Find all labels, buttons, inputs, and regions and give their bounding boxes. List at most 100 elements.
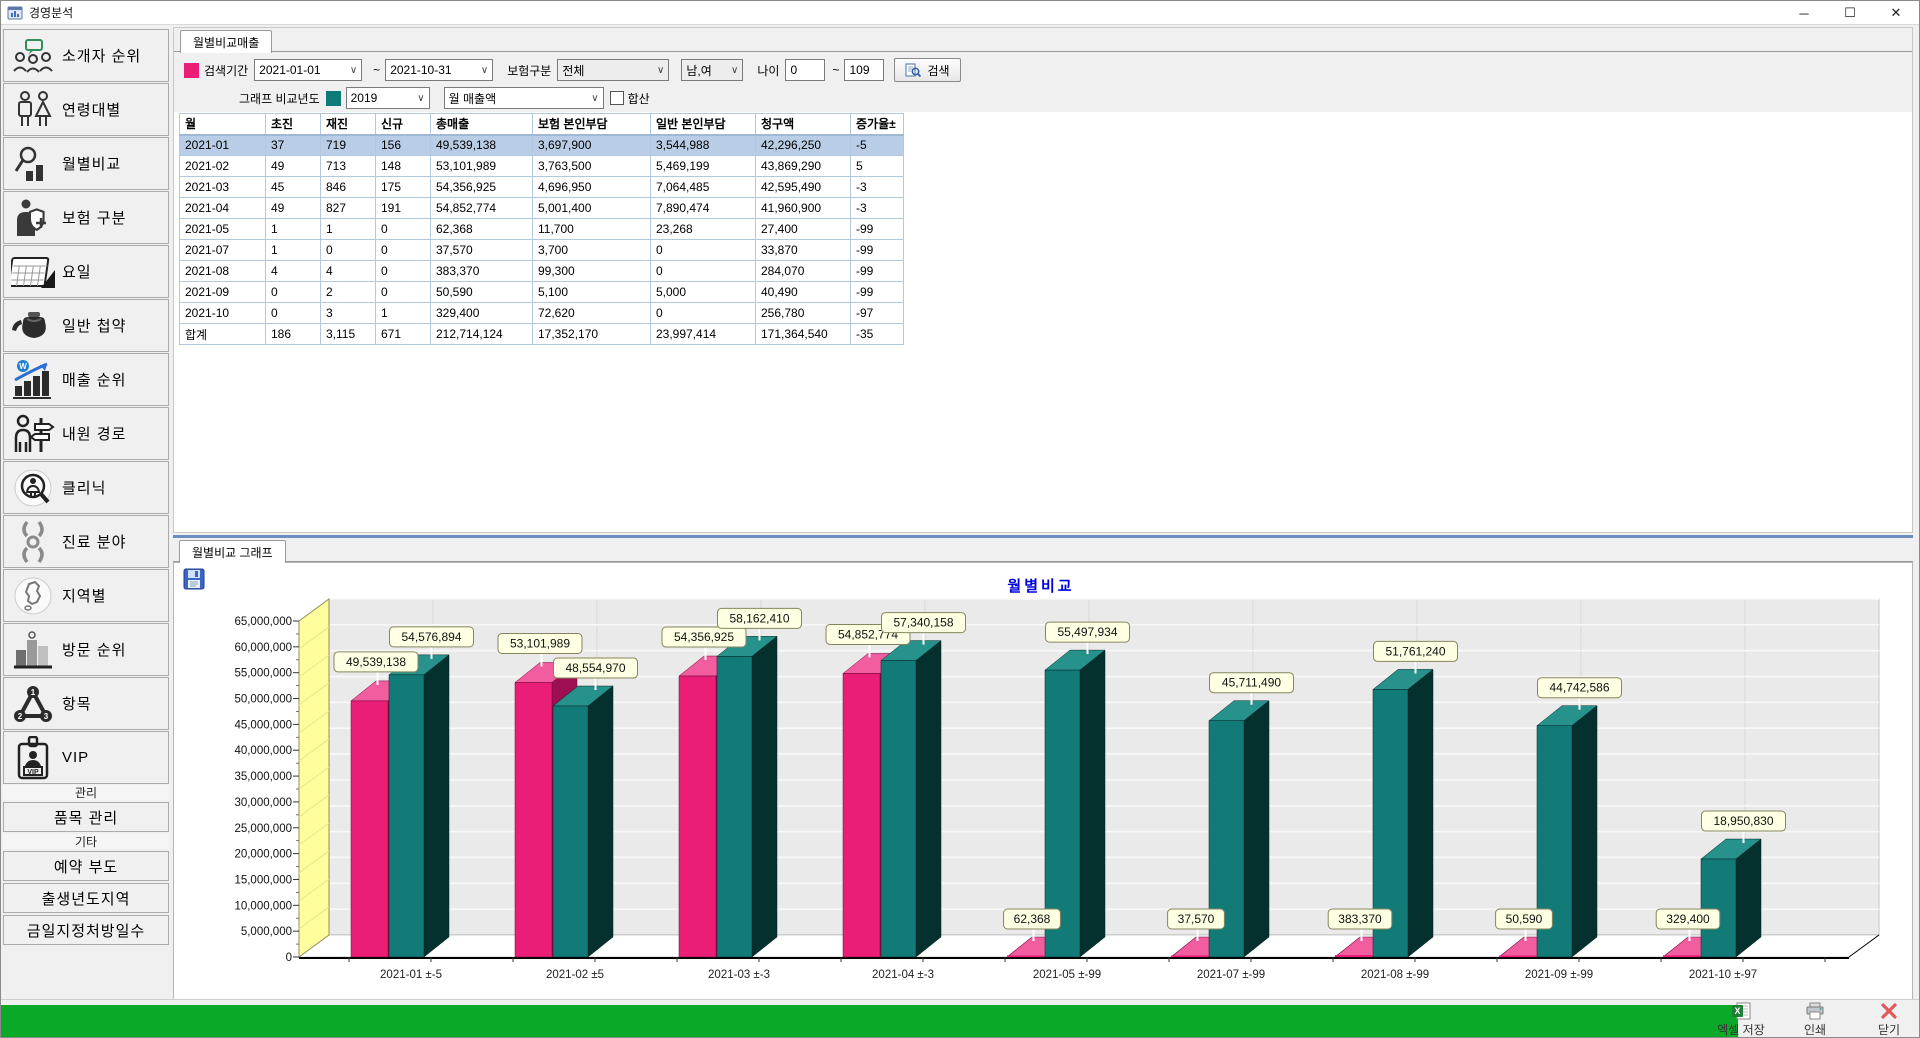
svg-text:2021-04 ±-3: 2021-04 ±-3: [872, 969, 934, 981]
column-header[interactable]: 재진: [321, 114, 376, 135]
svg-text:35,000,000: 35,000,000: [234, 771, 292, 783]
table-row[interactable]: 2021-0710037,5703,700033,870-99: [180, 240, 904, 261]
sidebar-item-monthly-compare[interactable]: 월별비교: [3, 137, 169, 190]
svg-text:53,101,989: 53,101,989: [510, 637, 570, 651]
close-button[interactable]: ✕: [1873, 1, 1919, 25]
status-message-area: [1, 1005, 1738, 1037]
svg-text:30,000,000: 30,000,000: [234, 797, 292, 809]
search-button[interactable]: 검색: [894, 58, 960, 82]
svg-text:60,000,000: 60,000,000: [234, 642, 292, 654]
sidebar-item-insurance-type[interactable]: 보험 구분: [3, 191, 169, 244]
tab-monthly-compare-sales[interactable]: 월별비교매출: [180, 30, 272, 53]
print-button[interactable]: 인쇄: [1789, 1002, 1841, 1038]
column-header[interactable]: 청구액: [756, 114, 851, 135]
table-row[interactable]: 2021-024971314853,101,9893,763,5005,469,…: [180, 156, 904, 177]
svg-text:2021-10 ±-97: 2021-10 ±-97: [1689, 969, 1757, 981]
sidebar-button-today-prescription[interactable]: 금일지정처방일수: [3, 915, 169, 945]
sidebar-item-label: 요일: [62, 261, 92, 282]
svg-text:2021-08 ±-99: 2021-08 ±-99: [1361, 969, 1429, 981]
range-separator: ~: [373, 63, 380, 77]
sidebar-item-label: 진료 분야: [62, 531, 126, 552]
filter-area: 검색기간 2021-01-01∨ ~ 2021-10-31∨ 보험구분 전체∨ …: [174, 52, 1912, 112]
column-header[interactable]: 일반 본인부담: [651, 114, 756, 135]
svg-text:58,162,410: 58,162,410: [729, 611, 789, 625]
excel-save-button[interactable]: X 엑셀 저장: [1715, 1002, 1767, 1038]
age-max-input[interactable]: [844, 59, 884, 81]
app-icon: [7, 5, 23, 21]
status-bar: X 엑셀 저장 인쇄 닫기: [1, 999, 1919, 1037]
age-label: 나이: [757, 62, 779, 79]
range-separator: ~: [832, 63, 839, 77]
sum-checkbox[interactable]: [610, 91, 624, 105]
gender-select[interactable]: 남,여∨: [681, 59, 743, 81]
table-header-row: 월초진재진신규총매출보험 본인부담일반 본인부담청구액증가율±: [180, 114, 904, 135]
table-row[interactable]: 2021-0902050,5905,1005,00040,490-99: [180, 282, 904, 303]
sidebar-section-manage: 관리: [3, 785, 169, 800]
current-series-swatch: [184, 63, 199, 78]
table-row[interactable]: 2021-044982719154,852,7745,001,4007,890,…: [180, 198, 904, 219]
excel-save-label: 엑셀 저장: [1717, 1021, 1765, 1038]
sidebar-item-sales-rank[interactable]: W 매출 순위: [3, 353, 169, 406]
sidebar-item-clinic[interactable]: 클리닉: [3, 461, 169, 514]
sidebar-item-label: 연령대별: [62, 99, 121, 120]
monthly-table: 월초진재진신규총매출보험 본인부담일반 본인부담청구액증가율± 2021-013…: [179, 113, 904, 345]
minimize-button[interactable]: ─: [1781, 1, 1827, 25]
sidebar-item-vip[interactable]: VIP VIP: [3, 731, 169, 784]
column-header[interactable]: 증가율±: [851, 114, 904, 135]
svg-text:W: W: [19, 362, 27, 371]
chevron-down-icon: ∨: [350, 65, 357, 76]
close-panel-button[interactable]: 닫기: [1863, 1002, 1915, 1038]
column-header[interactable]: 총매출: [431, 114, 533, 135]
sidebar-item-visit-route[interactable]: 내원 경로: [3, 407, 169, 460]
table-row[interactable]: 2021-10031329,40072,6200256,780-97: [180, 303, 904, 324]
insurance-select[interactable]: 전체∨: [557, 59, 669, 81]
sidebar-item-items[interactable]: 123 항목: [3, 677, 169, 730]
column-header[interactable]: 초진: [266, 114, 321, 135]
svg-text:54,356,925: 54,356,925: [674, 630, 734, 644]
age-min-input[interactable]: [785, 59, 825, 81]
sidebar-button-no-show[interactable]: 예약 부도: [3, 851, 169, 881]
column-header[interactable]: 신규: [376, 114, 431, 135]
svg-text:2021-03 ±-3: 2021-03 ±-3: [708, 969, 770, 981]
chart-panel: 월별비교05,000,00010,000,00015,000,00020,000…: [173, 562, 1913, 1001]
compare-year-select[interactable]: 2019∨: [346, 87, 430, 109]
sidebar-item-label: 월별비교: [62, 153, 121, 174]
period-from-select[interactable]: 2021-01-01∨: [254, 59, 362, 81]
sidebar-item-label: 내원 경로: [62, 423, 126, 444]
sidebar-item-weekday[interactable]: 요일: [3, 245, 169, 298]
sidebar-button-birthyear-region[interactable]: 출생년도지역: [3, 883, 169, 913]
table-row[interactable]: 2021-013771915649,539,1383,697,9003,544,…: [180, 135, 904, 156]
sidebar-item-age-group[interactable]: 연령대별: [3, 83, 169, 136]
svg-text:20,000,000: 20,000,000: [234, 849, 292, 861]
table-row[interactable]: 합계1863,115671212,714,12417,352,17023,997…: [180, 324, 904, 345]
table-row[interactable]: 2021-0511062,36811,70023,26827,400-99: [180, 219, 904, 240]
svg-text:45,000,000: 45,000,000: [234, 719, 292, 731]
sidebar-item-treatment-field[interactable]: 진료 분야: [3, 515, 169, 568]
metric-select[interactable]: 월 매출액∨: [444, 87, 604, 109]
search-icon: [905, 63, 921, 77]
svg-text:57,340,158: 57,340,158: [893, 616, 953, 630]
period-to-select[interactable]: 2021-10-31∨: [385, 59, 493, 81]
column-header[interactable]: 월: [180, 114, 266, 135]
svg-text:329,400: 329,400: [1666, 912, 1710, 926]
table-row[interactable]: 2021-08440383,37099,3000284,070-99: [180, 261, 904, 282]
sidebar-item-herbal[interactable]: 일반 첩약: [3, 299, 169, 352]
maximize-button[interactable]: ☐: [1827, 1, 1873, 25]
svg-text:62,368: 62,368: [1014, 912, 1051, 926]
tab-monthly-compare-graph[interactable]: 월별비교 그래프: [179, 540, 286, 563]
sidebar-button-item-management[interactable]: 품목 관리: [3, 802, 169, 832]
close-x-icon: [1880, 1002, 1898, 1020]
svg-text:45,711,490: 45,711,490: [1222, 676, 1281, 690]
svg-text:25,000,000: 25,000,000: [234, 823, 292, 835]
sidebar-item-label: 일반 첩약: [62, 315, 126, 336]
chart-section: 월별비교 그래프 월별비교05,000,00010,000,00015,000,…: [173, 535, 1913, 1001]
sidebar-item-label: 항목: [62, 693, 92, 714]
sidebar-item-visit-rank[interactable]: 방문 순위: [3, 623, 169, 676]
sidebar-item-referrer-rank[interactable]: 소개자 순위: [3, 29, 169, 82]
sidebar-item-region[interactable]: 지역별: [3, 569, 169, 622]
close-label: 닫기: [1878, 1021, 1900, 1038]
svg-text:2021-01 ±-5: 2021-01 ±-5: [380, 969, 442, 981]
column-header[interactable]: 보험 본인부담: [533, 114, 651, 135]
table-row[interactable]: 2021-034584617554,356,9254,696,9507,064,…: [180, 177, 904, 198]
sidebar-item-label: VIP: [62, 749, 89, 766]
